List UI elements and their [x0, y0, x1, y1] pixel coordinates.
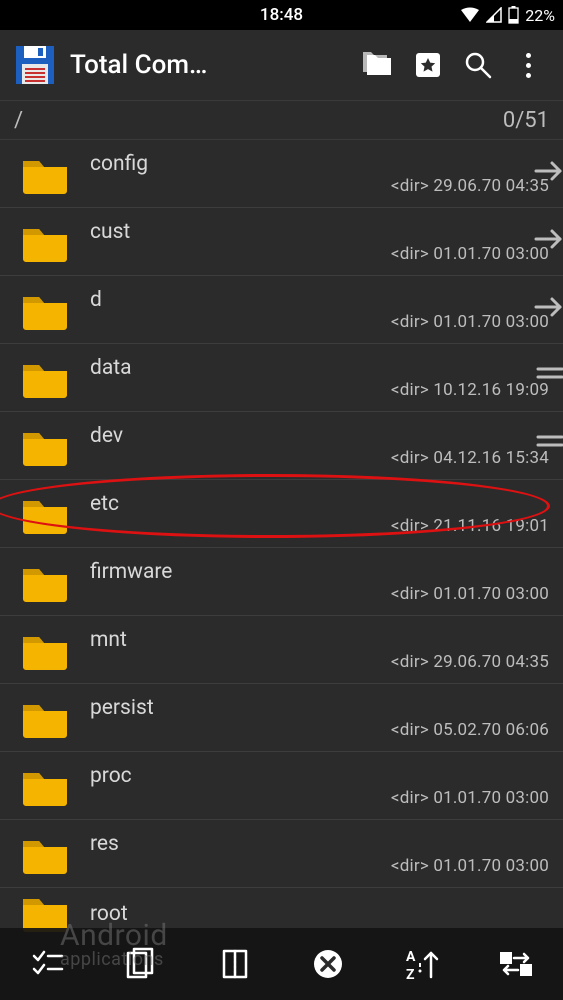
file-row-res[interactable]: res<dir> 01.01.70 03:00	[0, 820, 563, 888]
folder-icon	[0, 480, 90, 547]
folder-icon	[0, 140, 90, 207]
file-meta: <dir> 29.06.70 04:35	[391, 652, 549, 672]
file-row-proc[interactable]: proc<dir> 01.01.70 03:00	[0, 752, 563, 820]
signal-icon	[486, 7, 502, 23]
file-name: config	[90, 152, 549, 176]
svg-text:Z: Z	[406, 967, 415, 981]
battery-icon	[508, 6, 519, 24]
arrow-right-icon	[534, 228, 563, 254]
file-row-dev[interactable]: dev<dir> 04.12.16 15:34	[0, 412, 563, 480]
file-name: mnt	[90, 628, 549, 652]
file-list: config<dir> 29.06.70 04:35 cust<dir> 01.…	[0, 140, 563, 936]
file-meta: <dir> 21.11.16 19:01	[391, 516, 549, 536]
arrow-right-icon	[534, 160, 563, 186]
file-name: d	[90, 288, 549, 312]
folder-icon	[0, 684, 90, 751]
select-button[interactable]	[19, 936, 75, 992]
pack-button[interactable]	[207, 936, 263, 992]
file-meta: <dir> 29.06.70 04:35	[391, 176, 549, 196]
file-meta: <dir> 01.01.70 03:00	[391, 584, 549, 604]
folder-icon	[0, 412, 90, 479]
folder-icon	[0, 208, 90, 275]
status-bar: 18:48 22%	[0, 0, 563, 30]
file-row-firmware[interactable]: firmware<dir> 01.01.70 03:00	[0, 548, 563, 616]
folder-icon	[0, 548, 90, 615]
status-time: 18:48	[260, 5, 303, 25]
arrow-right-icon	[534, 296, 563, 322]
file-name: persist	[90, 696, 549, 720]
path-bar[interactable]: / 0/51	[0, 100, 563, 140]
path-current: /	[14, 108, 23, 133]
file-name: res	[90, 832, 549, 856]
svg-text:A: A	[406, 949, 416, 965]
more-action-icon[interactable]	[503, 40, 553, 90]
file-name: dev	[90, 424, 549, 448]
folder-action-icon[interactable]	[353, 40, 403, 90]
folder-icon	[0, 820, 90, 887]
app-title: Total Com…	[70, 50, 207, 80]
file-row-etc[interactable]: etc<dir> 21.11.16 19:01	[0, 480, 563, 548]
file-name: data	[90, 356, 549, 380]
file-row-d[interactable]: d<dir> 01.01.70 03:00	[0, 276, 563, 344]
file-row-persist[interactable]: persist<dir> 05.02.70 06:06	[0, 684, 563, 752]
file-row-config[interactable]: config<dir> 29.06.70 04:35	[0, 140, 563, 208]
battery-percent: 22%	[525, 6, 555, 25]
file-meta: <dir> 01.01.70 03:00	[391, 788, 549, 808]
file-name: proc	[90, 764, 549, 788]
search-action-icon[interactable]	[453, 40, 503, 90]
folder-icon	[0, 276, 90, 343]
file-name: etc	[90, 492, 549, 516]
file-row-data[interactable]: data<dir> 10.12.16 19:09	[0, 344, 563, 412]
app-bar: Total Com…	[0, 30, 563, 100]
bottom-toolbar: A Z	[0, 928, 563, 1000]
copy-button[interactable]	[113, 936, 169, 992]
file-row-cust[interactable]: cust<dir> 01.01.70 03:00	[0, 208, 563, 276]
favorites-action-icon[interactable]	[403, 40, 453, 90]
folder-icon	[0, 616, 90, 683]
equals-icon	[536, 364, 563, 386]
file-name: firmware	[90, 560, 549, 584]
folder-icon	[0, 344, 90, 411]
file-meta: <dir> 10.12.16 19:09	[391, 380, 549, 400]
file-meta: <dir> 05.02.70 06:06	[391, 720, 549, 740]
app-icon-floppy[interactable]	[14, 44, 56, 86]
folder-icon	[0, 752, 90, 819]
equals-icon	[536, 432, 563, 454]
delete-button[interactable]	[300, 936, 356, 992]
path-counter: 0/51	[503, 108, 549, 133]
file-name: cust	[90, 220, 549, 244]
file-meta: <dir> 01.01.70 03:00	[391, 244, 549, 264]
wifi-icon	[460, 7, 480, 23]
file-row-mnt[interactable]: mnt<dir> 29.06.70 04:35	[0, 616, 563, 684]
file-meta: <dir> 01.01.70 03:00	[391, 312, 549, 332]
file-name: root	[90, 902, 128, 926]
file-meta: <dir> 04.12.16 15:34	[391, 448, 549, 468]
sort-button[interactable]: A Z	[394, 936, 450, 992]
file-meta: <dir> 01.01.70 03:00	[391, 856, 549, 876]
swap-panels-button[interactable]	[488, 936, 544, 992]
